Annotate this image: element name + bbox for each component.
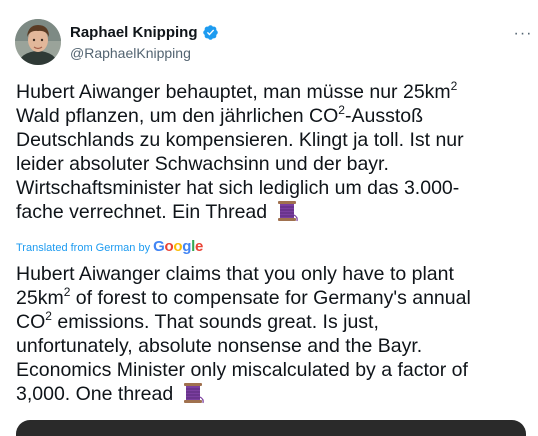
superscript: 2 (338, 102, 345, 117)
tweet-line: Wirtschaftsminister hat sich lediglich u… (16, 177, 460, 199)
text-segment: CO (16, 311, 46, 333)
text-segment: of forest to compensate for Germany's an… (70, 287, 471, 309)
tweet-line: CO2 emissions. That sounds great. Is jus… (16, 310, 526, 334)
tweet-line: Hubert Aiwanger behauptet, man müsse nur… (16, 80, 526, 104)
author-name[interactable]: Raphael Knipping (70, 24, 198, 41)
author-handle[interactable]: @RaphaelKnipping (70, 45, 191, 61)
more-icon[interactable]: ··· (512, 23, 534, 45)
tweet-line: fache verrechnet. Ein Thread (16, 200, 526, 224)
thread-icon (275, 200, 299, 222)
translation-label: Translated from German by (16, 242, 151, 254)
avatar[interactable] (15, 19, 61, 65)
text-segment: Hubert Aiwanger behauptet, man müsse nur… (16, 81, 451, 103)
tweet-line: Wald pflanzen, um den jährlichen CO2-Aus… (16, 104, 526, 128)
tweet-line: Deutschlands zu kompensieren. Klingt ja … (16, 129, 464, 151)
tweet-line: Economics Minister only miscalculated by… (16, 359, 468, 381)
tweet-line: leider absoluter Schwachsinn und der bay… (16, 153, 389, 175)
text-segment: Wald pflanzen, um den jährlichen CO (16, 105, 339, 127)
tweet-text-original: Hubert Aiwanger behauptet, man müsse nur… (16, 80, 526, 224)
superscript: 2 (63, 284, 71, 299)
text-segment: fache verrechnet. Ein Thread (16, 201, 268, 223)
tweet-text-translated: Hubert Aiwanger claims that you only hav… (16, 262, 526, 406)
text-segment: 3,000. One thread (16, 383, 174, 405)
tweet-line: 3,000. One thread (16, 382, 526, 406)
tweet-line: 25km2 of forest to compensate for German… (16, 286, 526, 310)
superscript: 2 (450, 78, 458, 93)
text-segment: -Ausstoß (344, 105, 423, 127)
google-logo: Google (153, 238, 204, 255)
text-segment: emissions. That sounds great. Is just, (51, 311, 379, 333)
superscript: 2 (45, 308, 52, 323)
translation-attribution[interactable]: Translated from German by Google (16, 238, 203, 255)
text-segment: 25km (16, 287, 64, 309)
tweet-line: unfortunately, absolute nonsense and the… (16, 335, 423, 357)
media-preview[interactable] (16, 420, 526, 436)
tweet-line: Hubert Aiwanger claims that you only hav… (16, 263, 454, 285)
verified-badge-icon (202, 24, 219, 41)
author-name-row[interactable]: Raphael Knipping (70, 24, 219, 41)
thread-icon (181, 382, 205, 404)
